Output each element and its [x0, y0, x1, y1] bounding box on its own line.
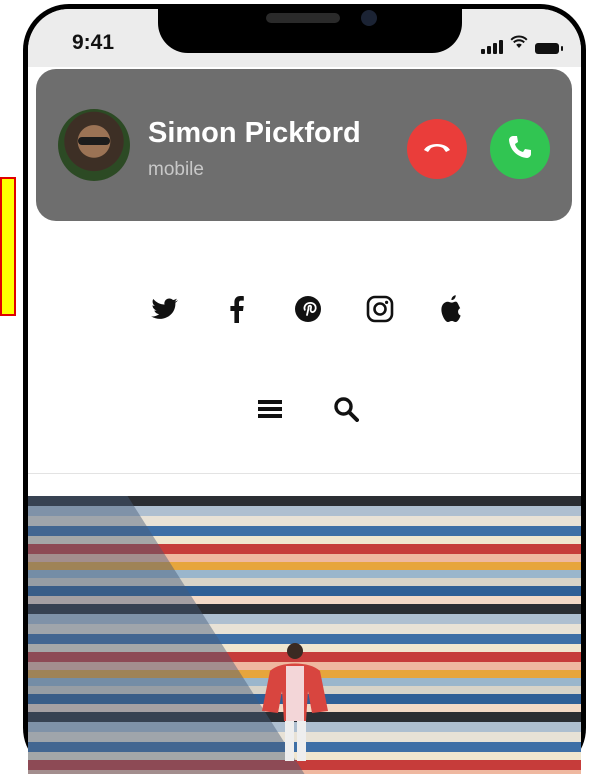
phone-icon [507, 134, 533, 165]
phone-screen: 9:41 Simon Pickford mobile [28, 9, 581, 774]
cellular-signal-icon [481, 40, 503, 54]
caller-name: Simon Pickford [148, 117, 361, 149]
speaker-grille [266, 13, 340, 23]
search-icon[interactable] [329, 392, 363, 426]
instagram-icon[interactable] [363, 292, 397, 326]
status-icons [481, 35, 563, 54]
status-bar: 9:41 [28, 9, 581, 67]
wifi-icon [510, 35, 528, 54]
pinterest-icon[interactable] [291, 292, 325, 326]
incoming-call-banner[interactable]: Simon Pickford mobile [36, 69, 572, 221]
caller-label: mobile [148, 159, 204, 180]
menu-icon[interactable] [253, 392, 287, 426]
battery-icon [535, 43, 563, 54]
phone-hangup-icon [422, 140, 452, 159]
decline-call-button[interactable] [407, 119, 467, 179]
notch [158, 9, 462, 53]
caller-avatar [58, 109, 130, 181]
status-time: 9:41 [72, 31, 115, 54]
facebook-icon[interactable] [220, 292, 254, 326]
social-links [148, 289, 468, 329]
hero-image [28, 496, 581, 774]
apple-icon[interactable] [434, 292, 468, 326]
section-divider [28, 473, 581, 474]
front-camera [361, 10, 377, 26]
person-figure [262, 643, 328, 761]
highlight-marker [0, 177, 16, 316]
phone-frame: 9:41 Simon Pickford mobile [23, 4, 586, 774]
toolbar [253, 389, 363, 429]
twitter-icon[interactable] [148, 292, 182, 326]
accept-call-button[interactable] [490, 119, 550, 179]
